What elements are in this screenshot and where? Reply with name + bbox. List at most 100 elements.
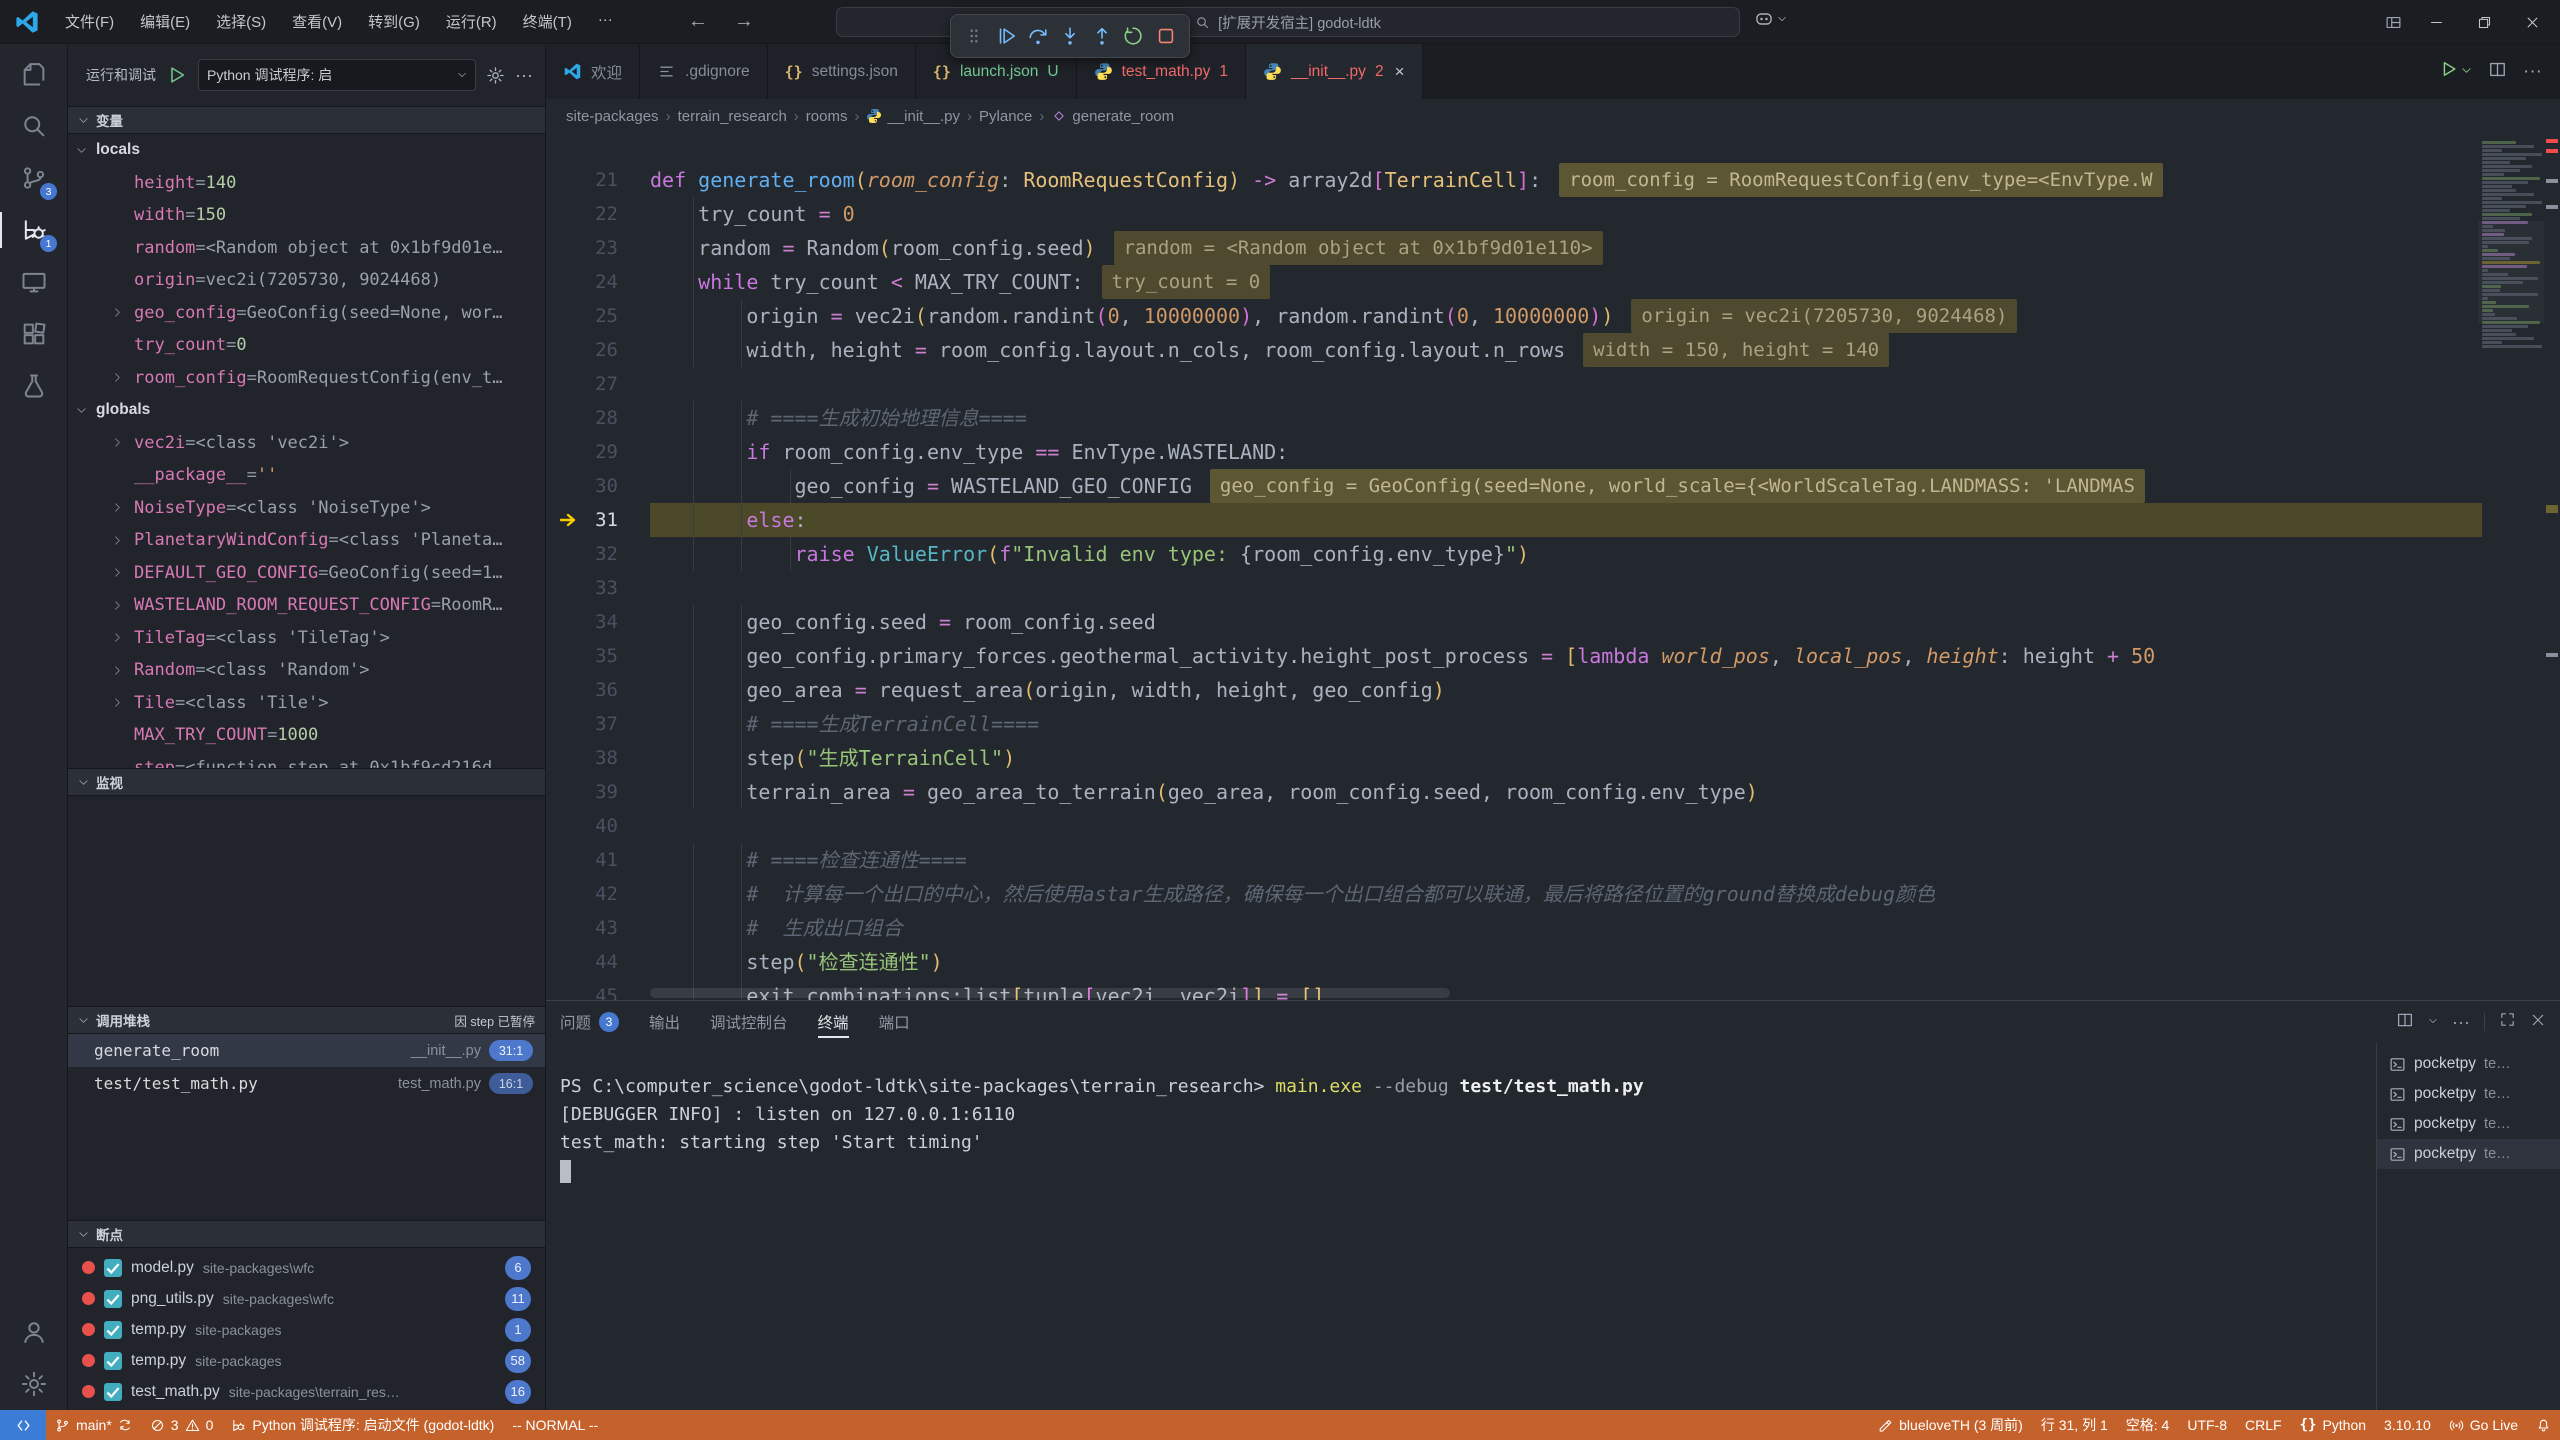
statusbar-cursor-position[interactable]: 行 31, 列 1 (2032, 1410, 2117, 1440)
chevron-down-icon[interactable] (2461, 63, 2472, 81)
code-line-30[interactable]: 30 geo_config = WASTELAND_GEO_CONFIGgeo_… (546, 469, 2482, 503)
code-line-35[interactable]: 35 geo_config.primary_forces.geothermal_… (546, 639, 2482, 673)
breakpoint-row[interactable]: test_math.pysite-packages\terrain_res…16 (68, 1376, 545, 1407)
activity-remote-explorer[interactable] (0, 256, 67, 308)
code-line-39[interactable]: 39 terrain_area = geo_area_to_terrain(ge… (546, 775, 2482, 809)
breadcrumb-item[interactable]: terrain_research (678, 108, 787, 125)
breadcrumb-item[interactable]: Pylance (979, 108, 1032, 125)
terminal-session[interactable]: pocketpyte… (2377, 1049, 2560, 1079)
more-actions-icon[interactable]: ··· (2523, 61, 2542, 83)
go-forward-button[interactable]: → (734, 10, 754, 33)
minimap[interactable] (2482, 141, 2540, 349)
code-editor[interactable]: 21def generate_room(room_config: RoomReq… (546, 133, 2560, 1000)
more-actions-icon[interactable]: ··· (2452, 1012, 2470, 1033)
close-icon[interactable]: × (1395, 62, 1405, 82)
code-line-32[interactable]: 32 raise ValueError(f"Invalid env type: … (546, 537, 2482, 571)
tab-欢迎[interactable]: 欢迎 (546, 44, 640, 99)
split-editor-button[interactable] (2488, 60, 2507, 84)
step-into-button[interactable] (1057, 23, 1083, 49)
breakpoint-checkbox[interactable] (104, 1290, 122, 1308)
activity-extensions[interactable] (0, 308, 67, 360)
code-line-41[interactable]: 41 # ====检查连通性==== (546, 843, 2482, 877)
terminal-session[interactable]: pocketpyte… (2377, 1109, 2560, 1139)
activity-source-control[interactable]: 3 (0, 152, 67, 204)
variable-row[interactable]: origin = vec2i(7205730, 9024468) (68, 264, 545, 297)
variable-row[interactable]: step = <function step at 0x1bf9cd216d (68, 752, 545, 769)
statusbar-debug-session[interactable]: Python 调试程序: 启动文件 (godot-ldtk) (222, 1410, 503, 1440)
variable-row[interactable]: Random = <class 'Random'> (68, 654, 545, 687)
debug-config-dropdown[interactable]: Python 调试程序: 启 (198, 59, 476, 91)
variable-row[interactable]: WASTELAND_ROOM_REQUEST_CONFIG = RoomR… (68, 589, 545, 622)
statusbar-eol[interactable]: CRLF (2236, 1410, 2291, 1440)
statusbar-problems[interactable]: 30 (141, 1410, 223, 1440)
code-line-38[interactable]: 38 step("生成TerrainCell") (546, 741, 2482, 775)
tab-settings.json[interactable]: {}settings.json (768, 44, 916, 99)
code-line-33[interactable]: 33 (546, 571, 2482, 605)
split-terminal-button[interactable] (2396, 1011, 2414, 1034)
breadcrumb-item[interactable]: site-packages (566, 108, 659, 125)
statusbar-indentation[interactable]: 空格: 4 (2117, 1410, 2179, 1440)
code-line-22[interactable]: 22 try_count = 0 (546, 197, 2482, 231)
stack-frame[interactable]: test/test_math.pytest_math.py16:1 (68, 1067, 545, 1100)
code-line-28[interactable]: 28 # ====生成初始地理信息==== (546, 401, 2482, 435)
toggle-sidebar-left-button[interactable] (2262, 7, 2296, 37)
gear-icon[interactable] (486, 66, 505, 85)
breadcrumb-item[interactable]: rooms (806, 108, 848, 125)
menu-item[interactable]: 转到(G) (357, 7, 431, 36)
panel-tab-终端[interactable]: 终端 (818, 1001, 849, 1043)
terminal-session[interactable]: pocketpyte… (2377, 1079, 2560, 1109)
statusbar-git-blame[interactable]: blueloveTH (3 周前) (1869, 1410, 2032, 1440)
code-line-43[interactable]: 43 # 生成出口组合 (546, 911, 2482, 945)
step-out-button[interactable] (1089, 23, 1115, 49)
watch-pane-header[interactable]: 监视 (68, 768, 545, 796)
variable-row[interactable]: __package__ = '' (68, 459, 545, 492)
code-line-40[interactable]: 40 (546, 809, 2482, 843)
panel-tab-问题[interactable]: 问题3 (560, 1001, 619, 1043)
variable-row[interactable]: random = <Random object at 0x1bf9d01e… (68, 232, 545, 265)
menu-more[interactable]: ··· (587, 7, 624, 36)
variables-pane-header[interactable]: 变量 (68, 106, 545, 134)
variable-row[interactable]: MAX_TRY_COUNT = 1000 (68, 719, 545, 752)
breakpoint-checkbox[interactable] (104, 1352, 122, 1370)
code-line-36[interactable]: 36 geo_area = request_area(origin, width… (546, 673, 2482, 707)
activity-testing[interactable] (0, 360, 67, 412)
variable-row[interactable]: geo_config = GeoConfig(seed=None, wor… (68, 297, 545, 330)
code-line-29[interactable]: 29 if room_config.env_type == EnvType.WA… (546, 435, 2482, 469)
activity-explorer[interactable] (0, 48, 67, 100)
statusbar-vim-mode[interactable]: -- NORMAL -- (503, 1410, 607, 1440)
menu-item[interactable]: 运行(R) (435, 7, 508, 36)
code-line-25[interactable]: 25 origin = vec2i(random.randint(0, 1000… (546, 299, 2482, 333)
code-line-21[interactable]: 21def generate_room(room_config: RoomReq… (546, 163, 2482, 197)
toggle-panel-button[interactable] (2300, 7, 2334, 37)
step-over-button[interactable] (1025, 23, 1051, 49)
restart-button[interactable] (1121, 23, 1147, 49)
terminal-session[interactable]: pocketpyte… (2377, 1139, 2560, 1169)
toggle-sidebar-right-button[interactable] (2338, 7, 2372, 37)
breakpoint-row[interactable]: temp.pysite-packages58 (68, 1345, 545, 1376)
statusbar-encoding[interactable]: UTF-8 (2178, 1410, 2236, 1440)
breakpoint-row[interactable]: png_utils.pysite-packages\wfc11 (68, 1283, 545, 1314)
code-line-42[interactable]: 42 # 计算每一个出口的中心，然后使用astar生成路径，确保每一个出口组合都… (546, 877, 2482, 911)
menu-item[interactable]: 编辑(E) (129, 7, 201, 36)
variable-row[interactable]: Tile = <class 'Tile'> (68, 687, 545, 720)
breakpoint-row[interactable]: temp.pysite-packages1 (68, 1314, 545, 1345)
activity-run-and-debug[interactable]: 1 (0, 204, 67, 256)
close-panel-button[interactable] (2530, 1012, 2546, 1033)
breakpoint-checkbox[interactable] (104, 1321, 122, 1339)
terminal-output[interactable]: PS C:\computer_science\godot-ldtk\site-p… (546, 1043, 2376, 1410)
code-line-26[interactable]: 26 width, height = room_config.layout.n_… (546, 333, 2482, 367)
window-restore-button[interactable] (2462, 0, 2506, 44)
panel-tab-端口[interactable]: 端口 (879, 1001, 910, 1043)
stop-button[interactable] (1153, 23, 1179, 49)
call-stack-pane-header[interactable]: 调用堆栈 因 step 已暂停 (68, 1006, 545, 1034)
panel-tab-调试控制台[interactable]: 调试控制台 (710, 1001, 788, 1043)
variable-row[interactable]: height = 140 (68, 167, 545, 200)
variable-row[interactable]: DEFAULT_GEO_CONFIG = GeoConfig(seed=1… (68, 557, 545, 590)
statusbar-git-branch[interactable]: main* (46, 1410, 141, 1440)
breakpoint-row[interactable]: model.pysite-packages\wfc6 (68, 1252, 545, 1283)
tab-__init__.py[interactable]: __init__.py2× (1246, 44, 1423, 99)
menu-item[interactable]: 查看(V) (281, 7, 353, 36)
statusbar-go-live[interactable]: Go Live (2440, 1410, 2527, 1440)
go-back-button[interactable]: ← (688, 10, 708, 33)
code-line-24[interactable]: 24 while try_count < MAX_TRY_COUNT:try_c… (546, 265, 2482, 299)
